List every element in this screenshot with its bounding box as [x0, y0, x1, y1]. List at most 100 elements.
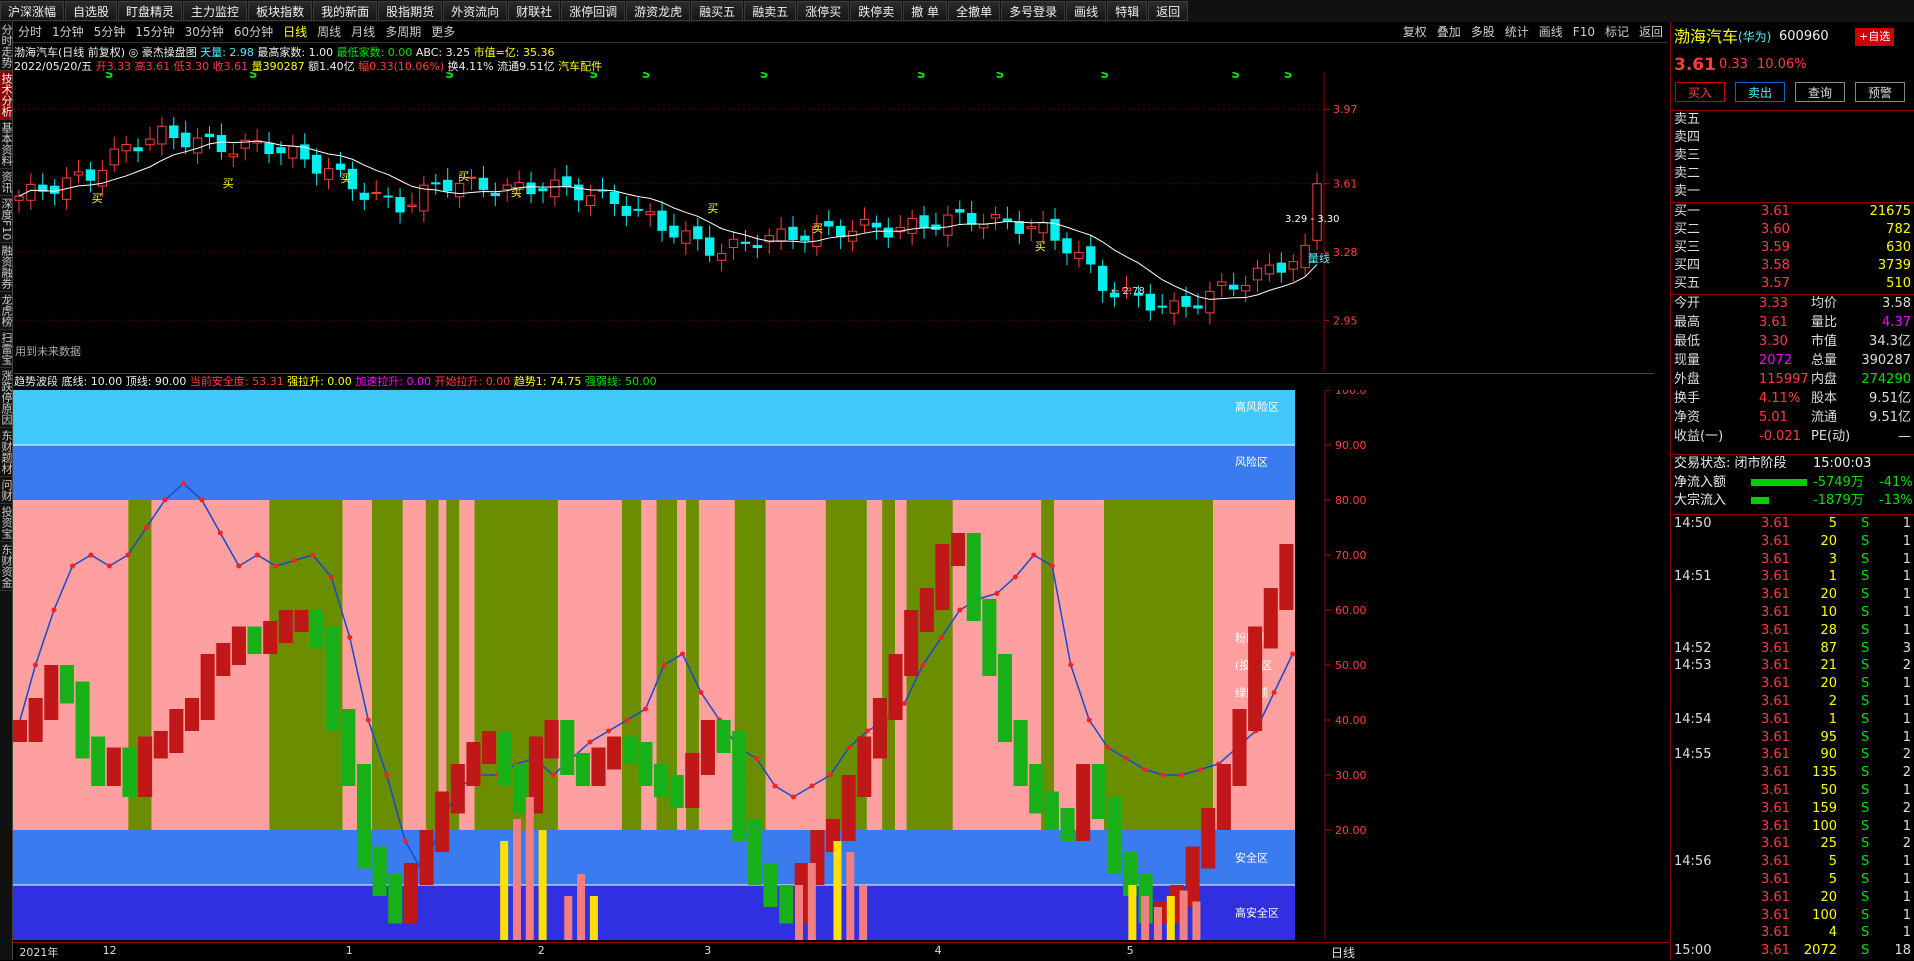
trend-dot [199, 497, 205, 503]
trend-band-chart[interactable]: 高风险区风险区粉区预(投资区绿区预安全区高安全区100.090.0080.007… [13, 390, 1668, 940]
trend-dot [606, 728, 612, 734]
tick-row: 3.61 100 S 1 [1671, 818, 1914, 836]
period-tab[interactable]: 1分钟 [47, 22, 89, 42]
chart-tool-button[interactable]: F10 [1568, 22, 1600, 42]
toolbar-button[interactable]: 融卖五 [744, 1, 797, 21]
toolbar-button[interactable]: 外资流向 [443, 1, 508, 21]
buy-signal-marker: 买 [223, 177, 234, 190]
bids-row: 买四 3.58 3739 [1671, 257, 1914, 275]
bids-row: 买一 3.61 21675 [1671, 203, 1914, 221]
candle-body [788, 226, 798, 240]
tick-row: 3.61 50 S 1 [1671, 782, 1914, 800]
toolbar-button[interactable]: 游资龙虎 [626, 1, 691, 21]
trend-dot [1290, 651, 1296, 657]
tick-volume: 1 [1828, 711, 1837, 727]
toolbar-button[interactable]: 多号登录 [1001, 1, 1066, 21]
period-tab[interactable]: 多周期 [380, 22, 426, 42]
left-tab[interactable]: 深度F10 [0, 196, 13, 244]
toolbar-button[interactable]: 股指期货 [378, 1, 443, 21]
trend-dot [162, 497, 168, 503]
query-button[interactable]: 查询 [1795, 82, 1845, 102]
toolbar-button[interactable]: 撤 单 [903, 1, 948, 21]
left-tab[interactable]: 涨跌停原因 [0, 368, 13, 429]
candlestick-chart[interactable]: 3.973.613.282.95S S S S S S S S S S S买买买买买买买买3.29 … [13, 72, 1668, 372]
sell-button[interactable]: 卖出 [1735, 82, 1785, 102]
chart-tool-button[interactable]: 画线 [1534, 22, 1568, 42]
toolbar-button[interactable]: 板块指数 [248, 1, 313, 21]
toolbar-button[interactable]: 盯盘精灵 [118, 1, 183, 21]
tick-list[interactable]: 14:50 3.61 5 S 1 3.61 20 S 1 3.61 3 S 1 14:51 3.61 1 S 1 3… [1671, 514, 1914, 961]
period-tab[interactable]: 60分钟 [229, 22, 278, 42]
alert-button[interactable]: 预警 [1855, 82, 1905, 102]
candle-body [621, 206, 631, 216]
toolbar-button[interactable]: 涨停买 [797, 1, 850, 21]
trend-block [607, 736, 622, 770]
toolbar-button[interactable]: 涨停回调 [561, 1, 626, 21]
toolbar-button[interactable]: 融买五 [691, 1, 744, 21]
quote-stock-code: 600960 [1779, 29, 1829, 44]
toolbar-button[interactable]: 自选股 [65, 1, 118, 21]
toolbar-button[interactable]: 沪深涨幅 [0, 1, 65, 21]
candle-body [1086, 246, 1096, 265]
trend-block [575, 753, 590, 786]
period-tab[interactable]: 更多 [426, 22, 460, 42]
candle-body [1205, 290, 1215, 314]
toolbar-button[interactable]: 跌停卖 [850, 1, 903, 21]
period-tab[interactable]: 日线 [278, 22, 312, 42]
tick-volume: 5 [1828, 516, 1837, 531]
add-watchlist-button[interactable]: +自选 [1855, 28, 1895, 46]
tick-row: 3.61 5 S 1 [1671, 871, 1914, 889]
lower-axis-label: 50.00 [1335, 659, 1367, 672]
left-tab[interactable]: 东财资金 [0, 542, 13, 592]
bids-price: 3.59 [1761, 240, 1790, 255]
chart-tool-button[interactable]: 统计 [1500, 22, 1534, 42]
trend-dot [143, 525, 149, 530]
asks-row: 卖一 [1671, 183, 1914, 201]
left-tab[interactable]: 分时走势 [0, 22, 13, 71]
candle-body [919, 215, 929, 228]
chart-tool-button[interactable]: 标记 [1600, 22, 1634, 42]
trend-block [1201, 808, 1216, 869]
left-tab[interactable]: 融资融券 [0, 243, 13, 293]
toolbar-button[interactable]: 主力监控 [183, 1, 248, 21]
chart-tool-button[interactable]: 多股 [1466, 22, 1500, 42]
buy-button[interactable]: 买入 [1675, 82, 1725, 102]
tick-row: 14:50 3.61 5 S 1 [1671, 515, 1914, 533]
stat-row: 收益(一) -0.021 PE(动) — [1671, 428, 1914, 447]
period-tab[interactable]: 15分钟 [130, 22, 179, 42]
tick-count: 1 [1902, 729, 1911, 745]
tick-price: 3.61 [1761, 765, 1790, 781]
tick-volume: 20 [1820, 889, 1837, 905]
trend-dot [994, 591, 1000, 596]
toolbar-button[interactable]: 特辑 [1107, 1, 1148, 21]
left-tab[interactable]: 东财题材 [0, 428, 13, 478]
period-tab[interactable]: 月线 [346, 22, 380, 42]
upper-axis-label: 2.95 [1333, 314, 1358, 327]
tick-volume: 95 [1820, 729, 1837, 745]
left-tab[interactable]: 龙虎榜 [0, 292, 13, 331]
left-tab[interactable]: 资讯 [0, 169, 13, 196]
left-tab[interactable]: 投资宝 [0, 504, 13, 543]
tick-row: 3.61 4 S 1 [1671, 924, 1914, 942]
left-tab[interactable]: 扫雷宝 [0, 330, 13, 369]
toolbar-button[interactable]: 财联社 [508, 1, 561, 21]
tick-price: 3.61 [1761, 533, 1790, 549]
period-tab[interactable]: 5分钟 [89, 22, 131, 42]
toolbar-button[interactable]: 画线 [1066, 1, 1107, 21]
period-tab[interactable]: 30分钟 [180, 22, 229, 42]
period-tab[interactable]: 周线 [312, 22, 346, 42]
strength-bar [859, 885, 868, 940]
toolbar-button[interactable]: 返回 [1148, 1, 1189, 21]
toolbar-button[interactable]: 我的新面 [313, 1, 378, 21]
chart-tool-button[interactable]: 返回 [1634, 22, 1668, 42]
toolbar-button[interactable]: 全撤单 [948, 1, 1001, 21]
chart-tool-button[interactable]: 复权 [1398, 22, 1432, 42]
left-tab[interactable]: 基本资料 [0, 120, 13, 169]
olive-band [371, 500, 403, 830]
stat-value: 3.61 [1759, 315, 1788, 330]
left-tab[interactable]: 技术分析 [0, 71, 13, 120]
left-tab[interactable]: 问财 [0, 477, 13, 505]
trend-block [560, 720, 575, 775]
period-tab[interactable]: 分时 [13, 22, 47, 42]
chart-tool-button[interactable]: 叠加 [1432, 22, 1466, 42]
